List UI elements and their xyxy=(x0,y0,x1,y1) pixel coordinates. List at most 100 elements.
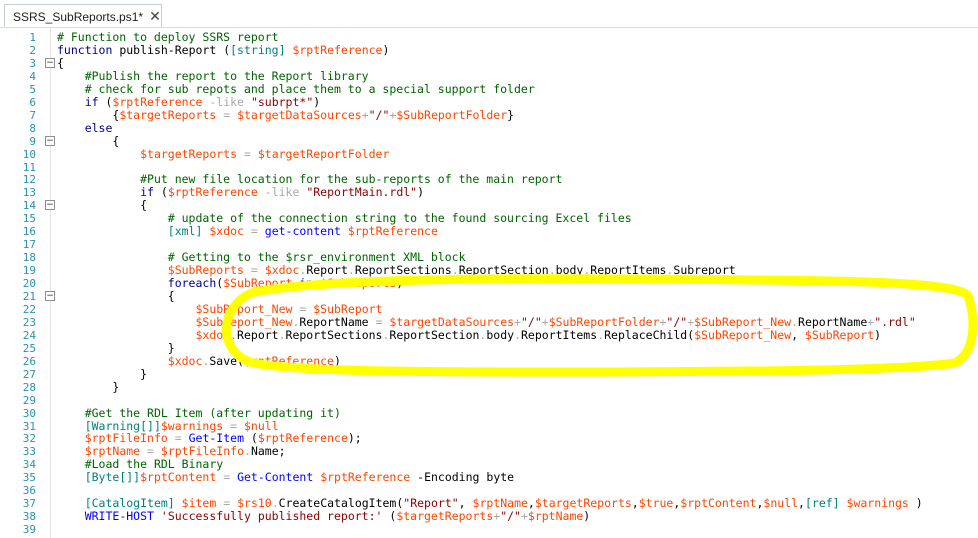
code-text: [xml] $xdoc = get-content $rptReference xyxy=(57,225,438,238)
keyword-token: else xyxy=(84,120,113,135)
close-icon[interactable]: ✕ xyxy=(149,10,161,24)
code-line[interactable]: 2 function publish-Report ([string] $rptR… xyxy=(0,42,978,57)
string-token: ".rdl" xyxy=(874,314,916,329)
operator-token: . xyxy=(548,263,556,278)
type-token: [Warning[]] xyxy=(84,418,161,433)
line-number: 31 xyxy=(22,419,36,433)
code-text: function publish-Report ([string] $rptRe… xyxy=(57,42,389,57)
variable-token: $rptReference xyxy=(257,431,348,446)
tab-bar: SSRS_SubReports.ps1* ✕ xyxy=(0,0,978,28)
operator-token: + xyxy=(361,107,369,122)
code-token: , xyxy=(527,496,535,511)
line-number: 4 xyxy=(29,69,36,83)
code-line[interactable]: 16 [xml] $xdoc = get-content $rptReferen… xyxy=(0,225,978,239)
variable-token: $SubReport_New xyxy=(195,301,293,316)
variable-token: $targetDataSources xyxy=(237,107,362,122)
line-number: 5 xyxy=(29,82,36,96)
code-token: ) xyxy=(333,353,341,368)
variable-token: $SubReport_New xyxy=(195,314,293,329)
code-token: body xyxy=(555,263,584,278)
string-token: "/" xyxy=(520,314,542,329)
operator-token: -like xyxy=(209,94,244,109)
code-token: ( xyxy=(153,185,168,200)
variable-token: $rptReference xyxy=(320,470,411,485)
collapse-icon[interactable]: − xyxy=(45,200,55,211)
code-editor[interactable]: 1 # Function to deploy SSRS report 2 functi… xyxy=(0,28,978,538)
line-number: 33 xyxy=(22,445,36,459)
string-token: "/" xyxy=(666,314,688,329)
code-token: { xyxy=(57,107,120,122)
line-number: 12 xyxy=(22,173,36,187)
code-token: ReportName xyxy=(798,314,868,329)
operator-token: -like xyxy=(264,185,300,200)
comment-token: #Publish the report to the Report librar… xyxy=(84,68,369,83)
variable-token: $targetReports xyxy=(140,146,238,161)
code-line[interactable]: 39 xyxy=(0,523,978,536)
tab-ssrs-subreports[interactable]: SSRS_SubReports.ps1* ✕ xyxy=(4,4,162,28)
code-line[interactable]: 8 else xyxy=(0,120,978,135)
type-token: [Byte[]] xyxy=(84,470,141,485)
line-number: 1 xyxy=(29,31,36,44)
variable-token: $SubReport_New xyxy=(694,314,792,329)
command-token: WRITE-HOST xyxy=(84,509,154,524)
collapse-icon[interactable]: − xyxy=(45,291,55,301)
code-line[interactable]: 38 WRITE-HOST 'Successfully published re… xyxy=(0,509,978,524)
code-line[interactable]: 27 } xyxy=(0,367,978,381)
variable-token: $rptReference xyxy=(167,185,258,200)
line-number: 17 xyxy=(22,238,36,252)
line-number: 35 xyxy=(22,471,36,485)
code-line[interactable]: 10 $targetReports = $targetReportFolder xyxy=(0,146,978,161)
code-token: , xyxy=(798,496,805,511)
comment-token: # update of the connection string to the… xyxy=(167,211,632,226)
code-token: -Encoding xyxy=(417,470,480,485)
variable-token: $SubReportFolder xyxy=(548,314,660,329)
code-token: { xyxy=(57,133,120,148)
code-token: , xyxy=(631,496,639,511)
collapse-icon[interactable]: − xyxy=(45,57,55,68)
variable-token: $SubReport xyxy=(223,276,293,291)
collapse-icon[interactable]: − xyxy=(45,135,55,146)
line-number: 26 xyxy=(22,354,36,368)
comment-token: # check for sub repots and place them to… xyxy=(84,81,535,96)
variable-token: $item xyxy=(181,496,217,511)
line-number: 39 xyxy=(22,523,36,537)
string-token: "Report" xyxy=(403,496,459,511)
line-number: 38 xyxy=(22,510,36,524)
code-token: ReplaceChild( xyxy=(604,327,695,342)
comment-token: # Function to deploy SSRS report xyxy=(57,30,279,44)
code-text: [Byte[]]$rptContent = Get-Content $rptRe… xyxy=(57,471,514,484)
line-number: 18 xyxy=(22,251,36,265)
code-token: ReportName xyxy=(299,314,369,329)
code-token: { xyxy=(57,55,64,70)
code-line[interactable]: 7 {$targetReports = $targetDataSources+"… xyxy=(0,107,978,122)
operator-token: . xyxy=(514,327,521,342)
line-number: 29 xyxy=(22,393,36,407)
variable-token: $rptReference xyxy=(292,42,383,57)
code-token: Report xyxy=(237,327,279,342)
code-token: body xyxy=(486,327,515,342)
code-line[interactable]: 28 } xyxy=(0,380,978,394)
line-number: 11 xyxy=(22,160,36,174)
operator-token: . xyxy=(271,496,279,511)
variable-token: $rptName xyxy=(527,509,584,524)
variable-token: $rptReference xyxy=(112,94,203,109)
tab-label: SSRS_SubReports.ps1* xyxy=(13,9,144,24)
operator-token: . xyxy=(244,444,251,459)
code-line[interactable]: 35 [Byte[]]$rptContent = Get-Content $rp… xyxy=(0,471,978,485)
code-token: { xyxy=(57,289,175,303)
